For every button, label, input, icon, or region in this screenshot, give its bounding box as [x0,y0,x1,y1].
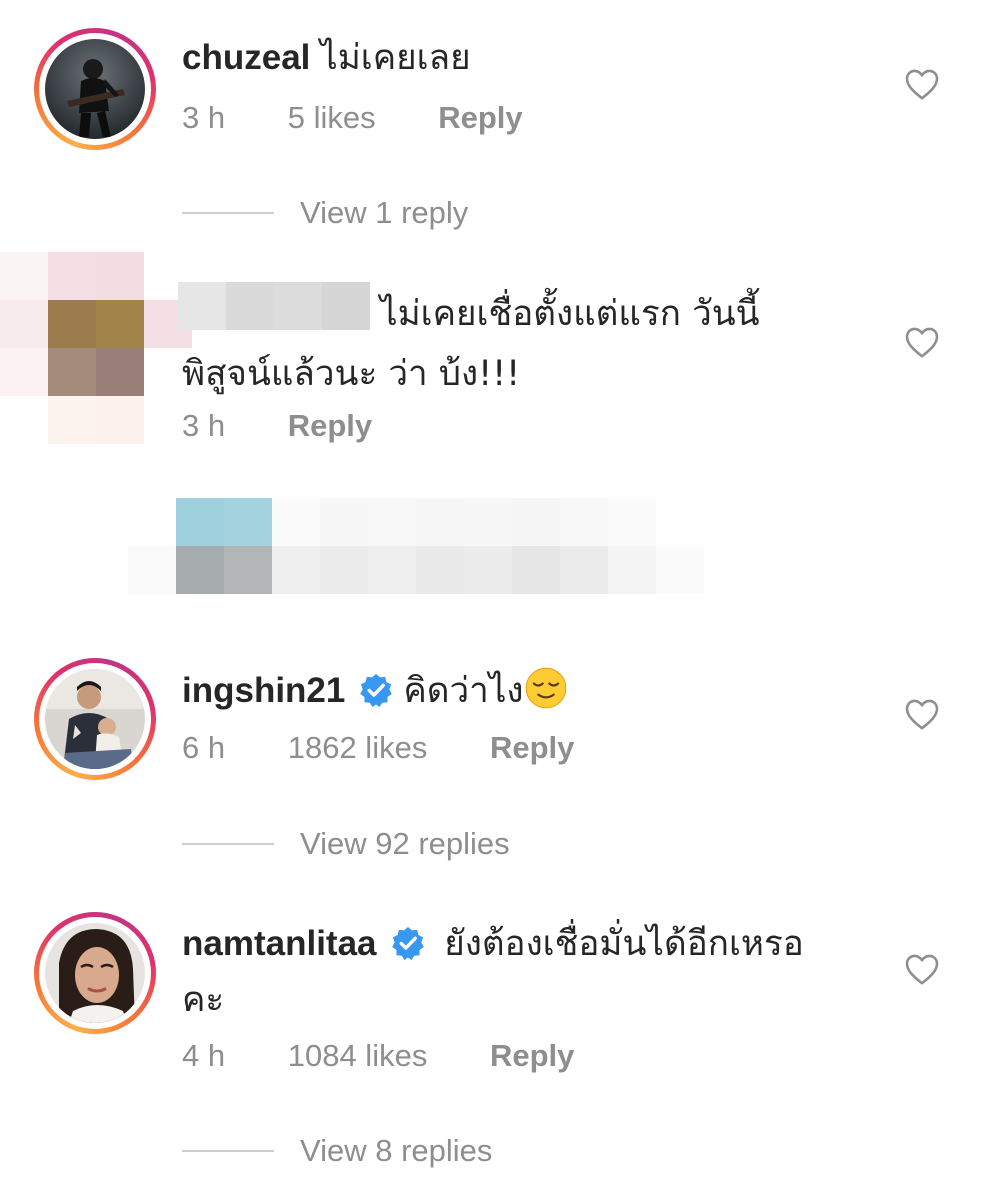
comment-namtanlitaa: namtanlitaa ยังต้องเชื่อมั่นได้อีกเหรอ ค… [0,886,1000,1188]
comment-text-line: chuzeal ไม่เคยเลย [182,36,471,80]
heart-outline-icon[interactable] [904,67,940,101]
view-replies-button[interactable]: View 8 replies [182,1131,492,1171]
comment-time: 6 h [182,730,226,765]
replies-divider [182,212,274,214]
comment-ingshin21: ingshin21 คิดว่าไง 6 h 1862 likes Reply … [0,630,1000,880]
comment-meta: 4 h 1084 likes Reply [182,1036,628,1076]
comment-time: 3 h [182,408,226,443]
comment-meta: 3 h 5 likes Reply [182,98,577,138]
reply-button[interactable]: Reply [490,1038,574,1073]
replies-divider [182,843,274,845]
censored-content-block [128,498,704,594]
view-replies-label: View 1 reply [300,195,469,230]
view-replies-button[interactable]: View 92 replies [182,824,510,864]
comment-text: พิสูจน์แล้วนะ ว่า บ้ง!!! [182,354,521,394]
comment-likes[interactable]: 1084 likes [288,1038,428,1073]
heart-outline-icon[interactable] [904,952,940,986]
comment-meta: 6 h 1862 likes Reply [182,728,628,768]
comment-time: 4 h [182,1038,226,1073]
comment-username[interactable]: namtanlitaa [182,924,377,963]
reply-button[interactable]: Reply [490,730,574,765]
comment-likes[interactable]: 1862 likes [288,730,428,765]
reply-button[interactable]: Reply [288,408,372,443]
comment-text: ไม่เคยเลย [320,38,471,78]
relieved-face-emoji [525,667,566,709]
comment-likes[interactable]: 5 likes [288,100,376,135]
mother-child-avatar-image [45,669,145,769]
comment-censored: ไม่เคยเชื่อตั้งแต่แรก วันนี้ พิสูจน์แล้ว… [0,240,1000,455]
replies-divider [182,1150,274,1152]
comment-text-line-2: พิสูจน์แล้วนะ ว่า บ้ง!!! [182,352,520,396]
comment-text-line: ingshin21 คิดว่าไง [182,666,568,713]
reply-button[interactable]: Reply [438,100,522,135]
censored-username [178,282,370,330]
comment-text: ไม่เคยเชื่อตั้งแต่แรก วันนี้ [380,294,760,334]
avatar[interactable] [34,912,156,1034]
verified-badge-icon [360,673,393,707]
view-replies-label: View 8 replies [300,1133,493,1168]
comment-text: คะ [182,980,225,1020]
view-replies-label: View 92 replies [300,826,510,861]
comment-username[interactable]: chuzeal [182,38,310,77]
guitarist-avatar-image [45,39,145,139]
comment-username[interactable]: ingshin21 [182,671,345,710]
comment-text-line: namtanlitaa ยังต้องเชื่อมั่นได้อีกเหรอ [182,922,804,966]
woman-portrait-avatar-image [45,923,145,1023]
heart-outline-icon[interactable] [904,697,940,731]
verified-badge-icon [391,926,424,960]
comment-text: คิดว่าไง [403,671,524,711]
comment-meta: 3 h Reply [182,406,426,446]
comment-time: 3 h [182,100,226,135]
view-replies-button[interactable]: View 1 reply [182,193,468,233]
censored-avatar [0,252,192,444]
heart-outline-icon[interactable] [904,325,940,359]
comment-text-line-2: คะ [182,978,224,1022]
comment-text-line: ไม่เคยเชื่อตั้งแต่แรก วันนี้ [380,292,760,336]
avatar[interactable] [34,658,156,780]
comment-chuzeal: chuzeal ไม่เคยเลย 3 h 5 likes Reply View… [0,0,1000,240]
comment-text: ยังต้องเชื่อมั่นได้อีกเหรอ [444,924,804,964]
avatar[interactable] [34,28,156,150]
